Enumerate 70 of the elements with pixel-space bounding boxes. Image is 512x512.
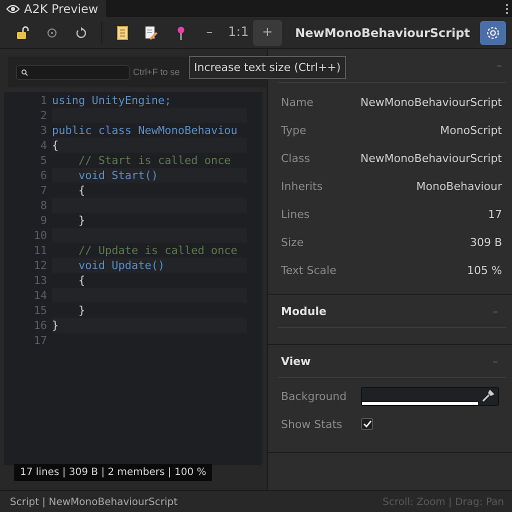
document-pencil-icon	[145, 26, 158, 40]
property-label: Name	[281, 96, 314, 108]
document-icon	[117, 26, 128, 40]
code-line: public class NewMonoBehaviou	[52, 123, 238, 138]
field-label: Show Stats	[281, 418, 344, 430]
line-number: 17	[32, 334, 48, 347]
refresh-icon	[74, 26, 86, 38]
code-line: using UnityEngine;	[52, 93, 172, 108]
eyedropper-icon[interactable]	[482, 390, 494, 402]
property-label: Type	[281, 124, 306, 136]
collapse-button[interactable]: –	[496, 59, 502, 72]
script-title: NewMonoBehaviourScript	[295, 26, 470, 40]
line-number: 8	[39, 199, 48, 212]
check-icon	[362, 420, 372, 428]
section-title: Module	[281, 304, 326, 318]
search-field[interactable]	[16, 64, 130, 80]
preview-tab[interactable]: A2K Preview	[0, 0, 106, 17]
property-value: 309 B	[470, 236, 502, 248]
zoom-button[interactable]: 1:1	[224, 20, 253, 46]
code-line: }	[77, 213, 86, 228]
property-label: Class	[281, 152, 310, 164]
property-value: MonoBehaviour	[416, 180, 502, 192]
property-value: 105 %	[467, 264, 502, 276]
property-label: Text Scale	[281, 264, 336, 276]
property-value: NewMonoBehaviourScript	[360, 152, 502, 164]
settings-button[interactable]	[480, 20, 506, 44]
property-value: MonoScript	[440, 124, 502, 136]
tooltip: Increase text size (Ctrl++)	[189, 56, 346, 79]
color-field[interactable]	[361, 386, 499, 406]
property-label: Size	[281, 236, 304, 248]
zoom-button[interactable]: +	[253, 20, 282, 46]
line-number: 15	[32, 304, 48, 317]
property-label: Inherits	[281, 180, 323, 192]
code-line: // Update is called once	[77, 243, 238, 258]
stats-overlay: 17 lines | 309 B | 2 members | 100 %	[14, 464, 212, 481]
line-number: 7	[39, 184, 48, 197]
eye-icon	[6, 4, 20, 14]
code-line: {	[77, 183, 86, 198]
zoom-button[interactable]: –	[195, 20, 224, 46]
line-number: 1	[39, 94, 48, 107]
code-line: }	[77, 303, 86, 318]
search-icon	[21, 68, 28, 76]
lock-icon	[16, 26, 30, 40]
section-title: View	[281, 354, 311, 368]
line-number: 11	[32, 244, 48, 257]
property-value: 17	[488, 208, 502, 220]
line-number: 16	[32, 319, 48, 332]
line-number: 12	[32, 259, 48, 272]
settings-icon	[486, 26, 500, 40]
target-icon	[46, 28, 56, 38]
code-line: // Start is called once	[77, 153, 232, 168]
field-label: Background	[281, 390, 348, 402]
property-label: Lines	[281, 208, 310, 220]
search-hint: Ctrl+F to se	[133, 67, 180, 77]
line-number: 2	[39, 109, 48, 122]
line-number: 13	[32, 274, 48, 287]
pin-icon	[176, 26, 184, 40]
collapse-button[interactable]: –	[492, 304, 498, 318]
line-number: 9	[39, 214, 48, 227]
checkbox[interactable]	[361, 418, 373, 430]
line-number: 14	[32, 289, 48, 302]
line-number: 4	[39, 139, 48, 152]
line-number: 5	[39, 154, 48, 167]
line-number: 10	[32, 229, 48, 242]
property-value: NewMonoBehaviourScript	[360, 96, 502, 108]
collapse-button[interactable]: –	[492, 354, 498, 368]
code-line: {	[77, 273, 86, 288]
line-number: 6	[39, 169, 48, 182]
line-number: 3	[39, 124, 48, 137]
status-text: Script | NewMonoBehaviourScript	[10, 496, 178, 508]
